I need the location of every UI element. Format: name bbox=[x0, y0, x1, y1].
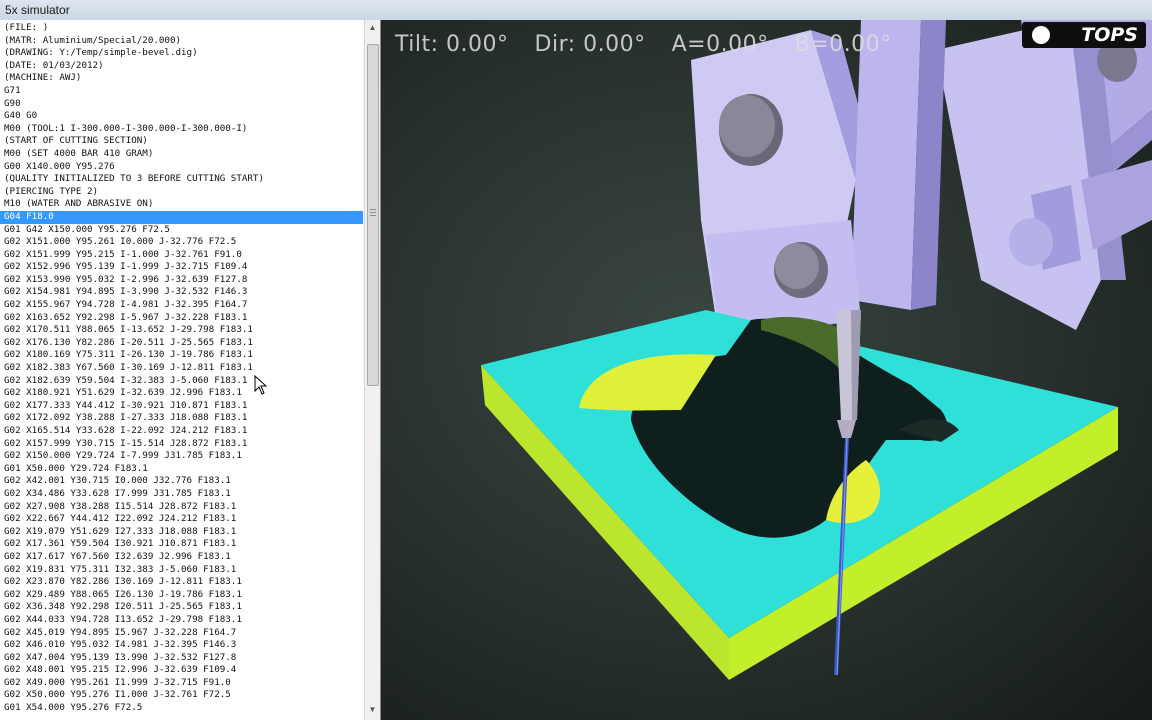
mouse-cursor-icon bbox=[254, 375, 268, 395]
gcode-line[interactable]: G02 X46.010 Y95.032 I4.981 J-32.395 F146… bbox=[0, 639, 363, 652]
gcode-line[interactable]: G02 X155.967 Y94.728 I-4.981 J-32.395 F1… bbox=[0, 299, 363, 312]
gcode-line[interactable]: G02 X45.019 Y94.895 I5.967 J-32.228 F164… bbox=[0, 627, 363, 640]
gcode-line[interactable]: (MACHINE: AWJ) bbox=[0, 72, 363, 85]
gcode-line[interactable]: G02 X29.489 Y88.065 I26.130 J-19.786 F18… bbox=[0, 589, 363, 602]
gcode-list[interactable]: (FILE: ) (MATR: Aluminium/Special/20.000)… bbox=[0, 22, 363, 715]
gcode-line[interactable]: G02 X42.001 Y30.715 I0.000 J32.776 F183.… bbox=[0, 475, 363, 488]
tool-orientation-readout: Tilt: 0.00° Dir: 0.00° A=0.00° B=0.00° bbox=[395, 32, 918, 57]
tilt-readout: Tilt: 0.00° bbox=[395, 32, 509, 57]
gcode-line[interactable]: G02 X23.870 Y82.286 I30.169 J-12.811 F18… bbox=[0, 576, 363, 589]
gcode-line[interactable]: G02 X170.511 Y88.065 I-13.652 J-29.798 F… bbox=[0, 324, 363, 337]
gcode-line[interactable]: G02 X19.831 Y75.311 I32.383 J-5.060 F183… bbox=[0, 564, 363, 577]
gcode-line[interactable]: G04 F18.0 bbox=[0, 210, 363, 224]
gcode-line[interactable]: G02 X19.079 Y51.629 I27.333 J18.088 F183… bbox=[0, 526, 363, 539]
scroll-thumb[interactable] bbox=[367, 44, 379, 386]
gcode-line[interactable]: G02 X50.000 Y95.276 I1.000 J-32.761 F72.… bbox=[0, 689, 363, 702]
scroll-down-arrow-icon[interactable]: ▼ bbox=[365, 702, 380, 718]
gcode-line[interactable]: G02 X177.333 Y44.412 I-30.921 J10.871 F1… bbox=[0, 400, 363, 413]
tops-logo: TOPS bbox=[1022, 22, 1146, 48]
3d-viewport[interactable]: Tilt: 0.00° Dir: 0.00° A=0.00° B=0.00° TOPS bbox=[381, 20, 1152, 720]
scroll-up-arrow-icon[interactable]: ▲ bbox=[365, 20, 380, 36]
gcode-line[interactable]: G01 X50.000 Y29.724 F183.1 bbox=[0, 463, 363, 476]
gcode-line[interactable]: G02 X47.004 Y95.139 I3.990 J-32.532 F127… bbox=[0, 652, 363, 665]
gcode-line[interactable]: (PIERCING TYPE 2) bbox=[0, 186, 363, 199]
gcode-line[interactable]: G90 bbox=[0, 98, 363, 111]
gcode-line[interactable]: G02 X153.990 Y95.032 I-2.996 J-32.639 F1… bbox=[0, 274, 363, 287]
gcode-line[interactable]: (DRAWING: Y:/Temp/simple-bevel.dig) bbox=[0, 47, 363, 60]
gcode-line[interactable]: G00 X140.000 Y95.276 bbox=[0, 161, 363, 174]
gcode-line[interactable]: G02 X34.486 Y33.628 I7.999 J31.785 F183.… bbox=[0, 488, 363, 501]
gcode-line[interactable]: G02 X27.908 Y38.288 I15.514 J28.872 F183… bbox=[0, 501, 363, 514]
gcode-line[interactable]: G01 X54.000 Y95.276 F72.5 bbox=[0, 702, 363, 715]
gcode-line[interactable]: G02 X182.383 Y67.560 I-30.169 J-12.811 F… bbox=[0, 362, 363, 375]
gcode-line[interactable]: G02 X176.130 Y82.286 I-20.511 J-25.565 F… bbox=[0, 337, 363, 350]
workpiece-plate bbox=[481, 310, 1118, 680]
gcode-line[interactable]: G02 X17.361 Y59.504 I30.921 J10.871 F183… bbox=[0, 538, 363, 551]
gcode-line[interactable]: G02 X152.996 Y95.139 I-1.999 J-32.715 F1… bbox=[0, 261, 363, 274]
b-axis-readout: B=0.00° bbox=[794, 32, 892, 57]
gcode-line[interactable]: M00 (SET 4000 BAR 410 GRAM) bbox=[0, 148, 363, 161]
gcode-line[interactable]: M10 (WATER AND ABRASIVE ON) bbox=[0, 198, 363, 211]
gcode-line[interactable]: G02 X151.000 Y95.261 I0.000 J-32.776 F72… bbox=[0, 236, 363, 249]
gcode-line[interactable]: G02 X17.617 Y67.560 I32.639 J2.996 F183.… bbox=[0, 551, 363, 564]
a-axis-readout: A=0.00° bbox=[671, 32, 769, 57]
logo-text: TOPS bbox=[1081, 24, 1138, 46]
gcode-line[interactable]: G40 G0 bbox=[0, 110, 363, 123]
gcode-line[interactable]: (DATE: 01/03/2012) bbox=[0, 60, 363, 73]
gcode-line[interactable]: G02 X154.981 Y94.895 I-3.990 J-32.532 F1… bbox=[0, 286, 363, 299]
gcode-line[interactable]: G02 X165.514 Y33.628 I-22.092 J24.212 F1… bbox=[0, 425, 363, 438]
gcode-line[interactable]: (START OF CUTTING SECTION) bbox=[0, 135, 363, 148]
gcode-line[interactable]: G02 X172.092 Y38.288 I-27.333 J18.088 F1… bbox=[0, 412, 363, 425]
gcode-line[interactable]: G02 X157.999 Y30.715 I-15.514 J28.872 F1… bbox=[0, 438, 363, 451]
grip-line bbox=[370, 212, 376, 213]
gcode-line[interactable]: G02 X163.652 Y92.298 I-5.967 J-32.228 F1… bbox=[0, 312, 363, 325]
gcode-line[interactable]: (MATR: Aluminium/Special/20.000) bbox=[0, 35, 363, 48]
gcode-line[interactable]: (QUALITY INITIALIZED TO 3 BEFORE CUTTING… bbox=[0, 173, 363, 186]
gcode-line[interactable]: G02 X150.000 Y29.724 I-7.999 J31.785 F18… bbox=[0, 450, 363, 463]
simulation-scene[interactable] bbox=[381, 20, 1152, 720]
gcode-line[interactable]: G02 X151.999 Y95.215 I-1.000 J-32.761 F9… bbox=[0, 249, 363, 262]
gcode-line[interactable]: G71 bbox=[0, 85, 363, 98]
gcode-line[interactable]: G02 X180.169 Y75.311 I-26.130 J-19.786 F… bbox=[0, 349, 363, 362]
gcode-line[interactable]: (FILE: ) bbox=[0, 22, 363, 35]
gcode-line[interactable]: G02 X36.348 Y92.298 I20.511 J-25.565 F18… bbox=[0, 601, 363, 614]
gcode-line[interactable]: G02 X48.001 Y95.215 I2.996 J-32.639 F109… bbox=[0, 664, 363, 677]
grip-line bbox=[370, 215, 376, 216]
gcode-line[interactable]: G01 G42 X150.000 Y95.276 F72.5 bbox=[0, 224, 363, 237]
title-bar: 5x simulator bbox=[0, 0, 1152, 21]
window-title: 5x simulator bbox=[5, 3, 70, 17]
vertical-scrollbar[interactable]: ▲ ▼ bbox=[364, 20, 380, 720]
gcode-line[interactable]: G02 X22.667 Y44.412 I22.092 J24.212 F183… bbox=[0, 513, 363, 526]
gcode-line[interactable]: G02 X182.639 Y59.504 I-32.383 J-5.060 F1… bbox=[0, 375, 363, 388]
gcode-line[interactable]: M00 (TOOL:1 I-300.000-I-300.000-I-300.00… bbox=[0, 123, 363, 136]
gcode-line[interactable]: G02 X180.921 Y51.629 I-32.639 J2.996 F18… bbox=[0, 387, 363, 400]
gcode-line[interactable]: G02 X44.033 Y94.728 I13.652 J-29.798 F18… bbox=[0, 614, 363, 627]
machine-head-assembly bbox=[691, 20, 1152, 340]
direction-readout: Dir: 0.00° bbox=[534, 32, 646, 57]
grip-line bbox=[370, 209, 376, 210]
gcode-line[interactable]: G02 X49.000 Y95.261 I1.999 J-32.715 F91.… bbox=[0, 677, 363, 690]
tops-logo-icon bbox=[1032, 26, 1050, 44]
gcode-panel[interactable]: (FILE: ) (MATR: Aluminium/Special/20.000)… bbox=[0, 20, 381, 720]
